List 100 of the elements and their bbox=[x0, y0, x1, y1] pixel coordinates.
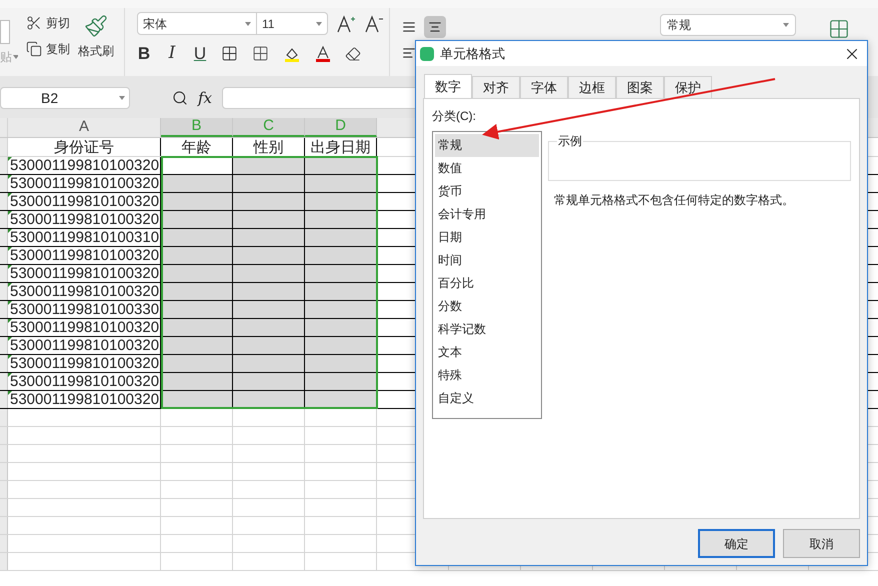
row-header[interactable] bbox=[0, 229, 8, 246]
font-size-select[interactable]: 11 bbox=[257, 12, 328, 35]
selected-cell[interactable] bbox=[161, 247, 233, 264]
selected-cell[interactable] bbox=[233, 193, 305, 210]
selected-cell[interactable] bbox=[233, 265, 305, 282]
row-header[interactable] bbox=[0, 301, 8, 318]
format-painter-button[interactable]: 格式刷 bbox=[78, 14, 114, 60]
row-header[interactable] bbox=[0, 409, 8, 426]
row-header[interactable] bbox=[0, 247, 8, 264]
selected-cell[interactable] bbox=[233, 157, 305, 174]
grow-font-icon[interactable] bbox=[336, 14, 356, 34]
row-header[interactable] bbox=[0, 517, 8, 534]
selected-cell[interactable] bbox=[305, 373, 377, 390]
row-header[interactable] bbox=[0, 481, 8, 498]
category-item[interactable]: 百分比 bbox=[435, 272, 539, 295]
tab[interactable]: 数字 bbox=[424, 74, 472, 98]
tab[interactable]: 保护 bbox=[664, 76, 712, 98]
row-header[interactable] bbox=[0, 193, 8, 210]
number-format-select[interactable]: 常规 bbox=[660, 14, 796, 36]
selected-cell[interactable] bbox=[161, 355, 233, 372]
selected-cell[interactable] bbox=[161, 229, 233, 246]
selected-cell[interactable] bbox=[161, 301, 233, 318]
selected-cell[interactable] bbox=[233, 211, 305, 228]
zoom-icon[interactable] bbox=[172, 90, 188, 106]
selected-cell[interactable] bbox=[305, 211, 377, 228]
category-item[interactable]: 数值 bbox=[435, 157, 539, 180]
row-header[interactable] bbox=[0, 337, 8, 354]
selected-cell[interactable] bbox=[161, 193, 233, 210]
row-header[interactable] bbox=[0, 553, 8, 570]
name-box[interactable]: B2 bbox=[0, 87, 130, 109]
selected-cell[interactable] bbox=[233, 229, 305, 246]
category-item[interactable]: 特殊 bbox=[435, 364, 539, 387]
selected-cell[interactable] bbox=[233, 319, 305, 336]
ok-button[interactable]: 确定 bbox=[698, 529, 775, 558]
category-item[interactable]: 自定义 bbox=[435, 387, 539, 410]
selected-cell[interactable] bbox=[233, 283, 305, 300]
row-header[interactable] bbox=[0, 463, 8, 480]
category-item[interactable]: 分数 bbox=[435, 295, 539, 318]
category-item[interactable]: 日期 bbox=[435, 226, 539, 249]
selected-cell[interactable] bbox=[305, 319, 377, 336]
selected-cell[interactable] bbox=[161, 391, 233, 408]
category-list[interactable]: 常规 数值 货币 会计专用 日期 时间 百分比 分数 科学记数 文本 特殊 自定义 bbox=[432, 131, 542, 419]
selected-cell[interactable] bbox=[161, 211, 233, 228]
row-header[interactable] bbox=[0, 283, 8, 300]
row-header[interactable] bbox=[0, 373, 8, 390]
selected-cell[interactable] bbox=[305, 355, 377, 372]
category-item[interactable]: 常规 bbox=[435, 134, 539, 157]
tab[interactable]: 边框 bbox=[568, 76, 616, 98]
category-item[interactable]: 时间 bbox=[435, 249, 539, 272]
category-item[interactable]: 科学记数 bbox=[435, 318, 539, 341]
selected-cell[interactable] bbox=[305, 229, 377, 246]
bold-button[interactable]: B bbox=[137, 41, 151, 66]
category-item[interactable]: 货币 bbox=[435, 180, 539, 203]
tab[interactable]: 对齐 bbox=[472, 76, 520, 98]
row-header[interactable] bbox=[0, 499, 8, 516]
selected-cell[interactable] bbox=[161, 319, 233, 336]
selected-cell[interactable] bbox=[233, 373, 305, 390]
selected-cell[interactable] bbox=[233, 337, 305, 354]
selected-cell[interactable] bbox=[233, 391, 305, 408]
align-top-icon[interactable] bbox=[402, 20, 416, 34]
row-header[interactable] bbox=[0, 535, 8, 552]
font-name-select[interactable]: 宋体 bbox=[137, 12, 257, 35]
selected-cell[interactable] bbox=[161, 337, 233, 354]
selected-cell[interactable] bbox=[161, 175, 233, 192]
selected-cell[interactable] bbox=[233, 355, 305, 372]
selected-cell[interactable] bbox=[233, 301, 305, 318]
selected-cell[interactable] bbox=[305, 301, 377, 318]
row-header[interactable] bbox=[0, 265, 8, 282]
border-icon[interactable] bbox=[221, 45, 238, 62]
row-header[interactable] bbox=[0, 427, 8, 444]
selected-cell[interactable] bbox=[305, 157, 377, 174]
selected-cell[interactable] bbox=[305, 193, 377, 210]
row-header[interactable] bbox=[0, 355, 8, 372]
selected-cell[interactable] bbox=[305, 175, 377, 192]
cancel-button[interactable]: 取消 bbox=[783, 529, 860, 558]
tab[interactable]: 图案 bbox=[616, 76, 664, 98]
row-header[interactable] bbox=[0, 391, 8, 408]
tab[interactable]: 字体 bbox=[520, 76, 568, 98]
selected-cell[interactable] bbox=[305, 283, 377, 300]
align-middle-button[interactable] bbox=[424, 16, 446, 38]
row-header[interactable] bbox=[0, 445, 8, 462]
selected-cell[interactable] bbox=[161, 283, 233, 300]
eraser-icon[interactable] bbox=[345, 46, 361, 62]
selected-cell[interactable] bbox=[161, 265, 233, 282]
row-header[interactable] bbox=[0, 211, 8, 228]
align-left-icon[interactable] bbox=[402, 46, 416, 60]
row-header[interactable] bbox=[0, 157, 8, 174]
cell-style-icon[interactable] bbox=[252, 45, 269, 62]
paste-icon[interactable] bbox=[0, 20, 10, 44]
selected-cell[interactable] bbox=[305, 265, 377, 282]
row-header[interactable] bbox=[0, 175, 8, 192]
shrink-font-icon[interactable] bbox=[364, 14, 384, 34]
copy-button[interactable]: 复制 bbox=[26, 40, 70, 58]
table-style-icon[interactable] bbox=[828, 18, 850, 40]
cut-button[interactable]: 剪切 bbox=[26, 14, 70, 32]
category-item[interactable]: 文本 bbox=[435, 341, 539, 364]
selected-cell[interactable] bbox=[305, 247, 377, 264]
underline-button[interactable]: U bbox=[193, 41, 207, 66]
selected-cell[interactable] bbox=[233, 247, 305, 264]
italic-button[interactable]: I bbox=[165, 41, 179, 66]
